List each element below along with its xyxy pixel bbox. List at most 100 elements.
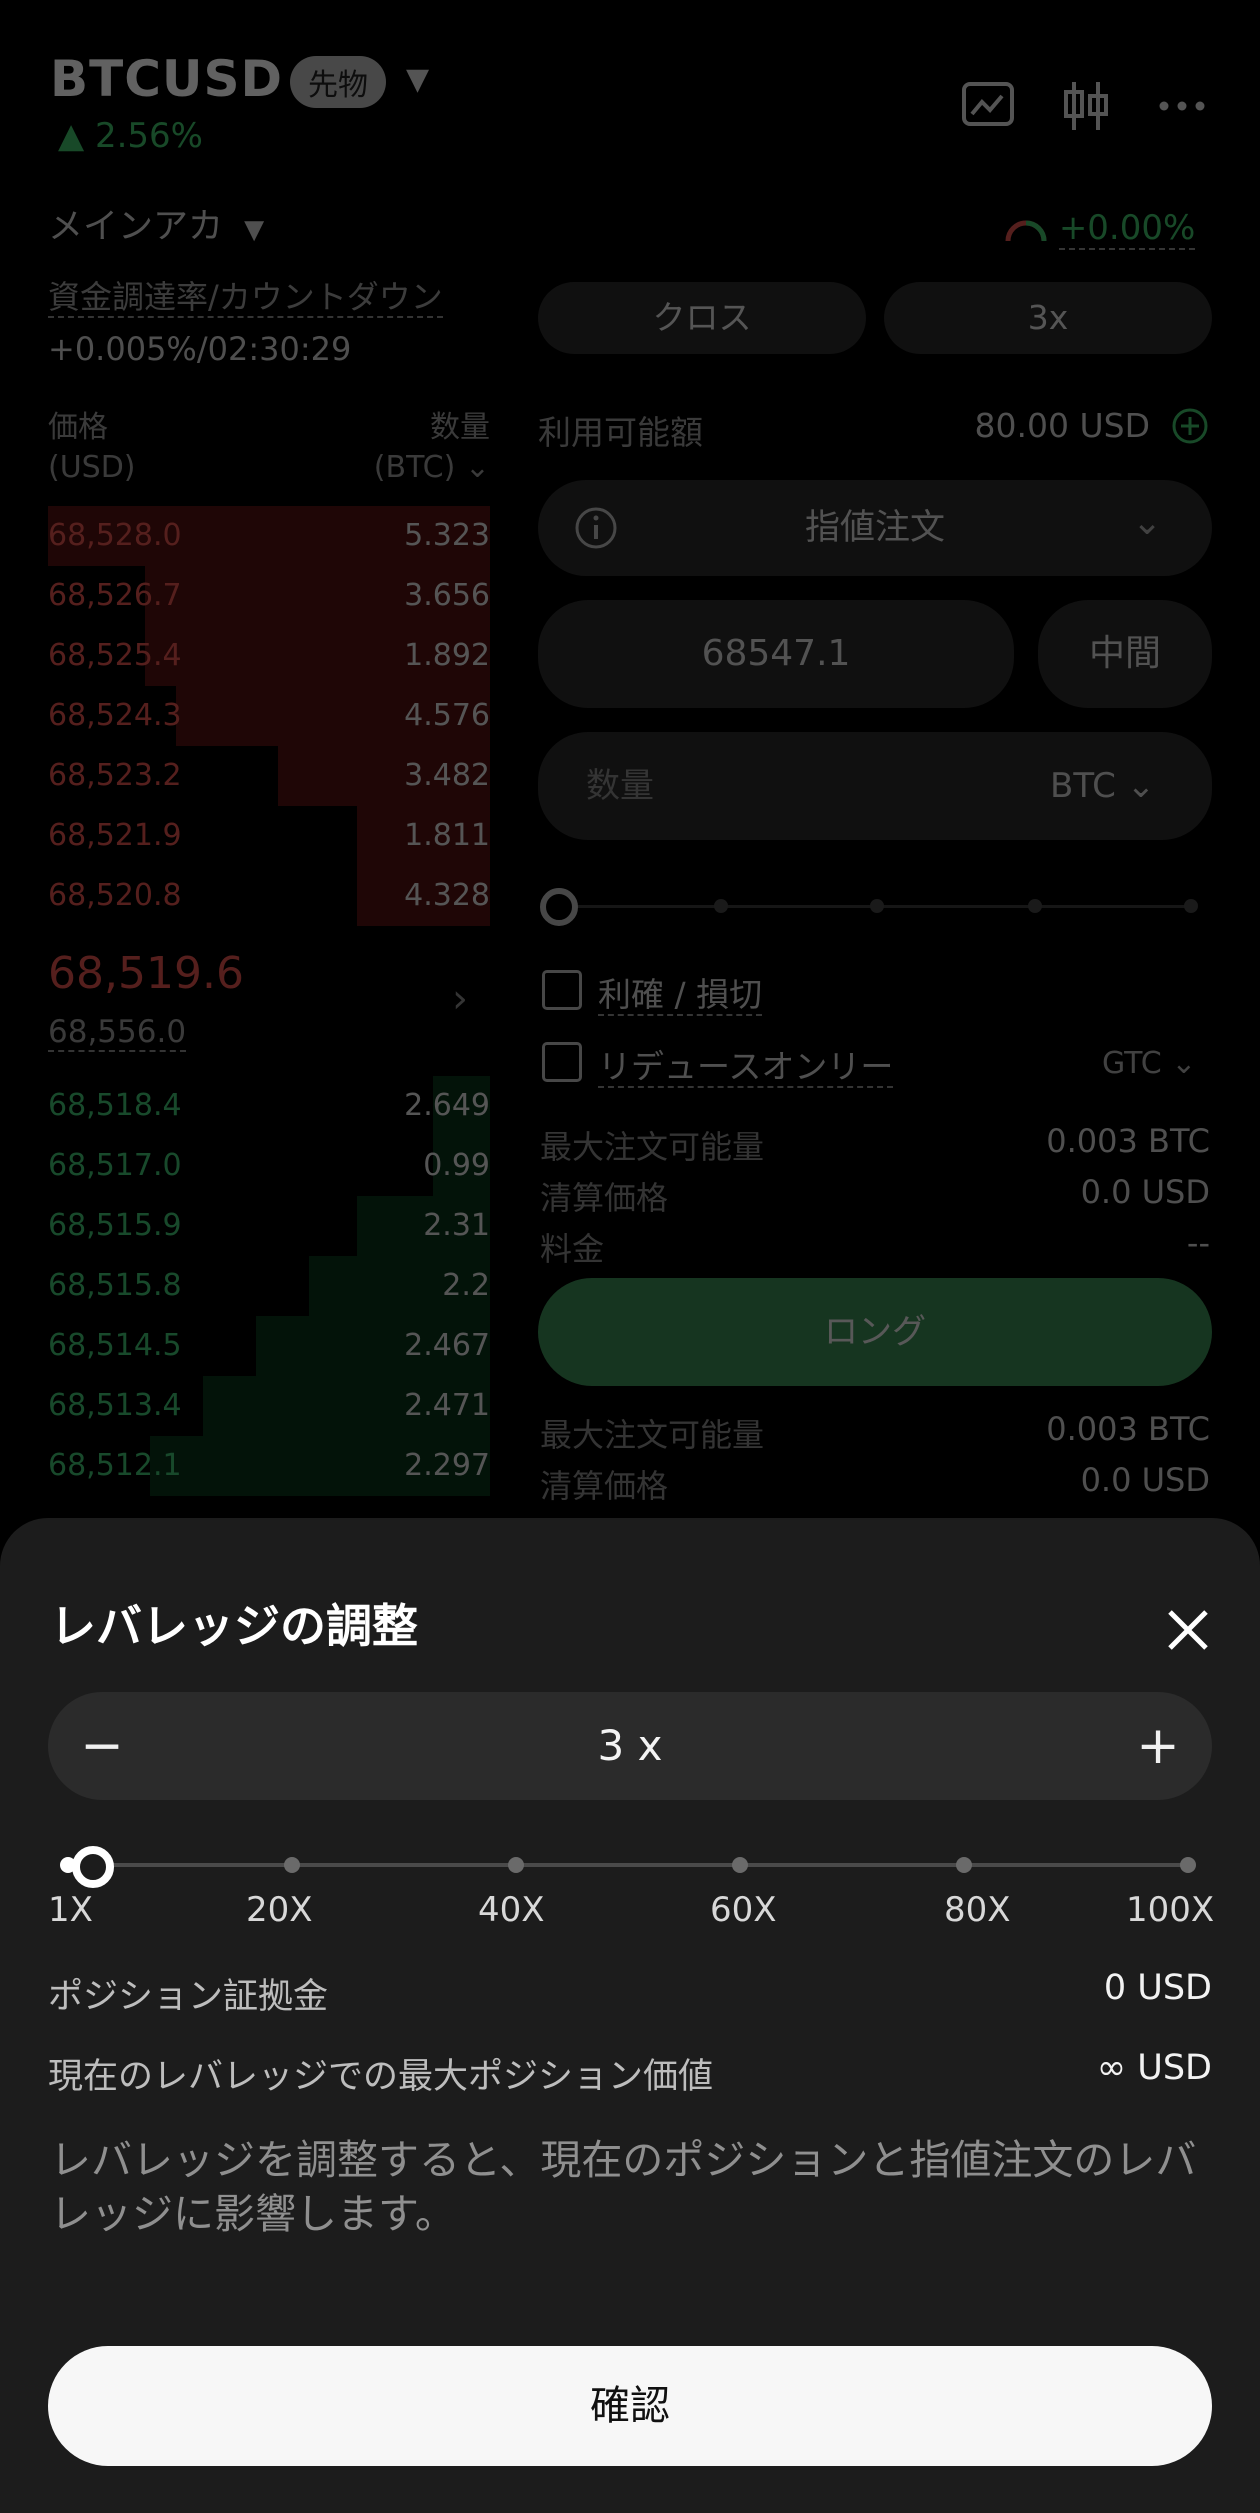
leverage-sheet: レバレッジの調整 3 x − + 1X 20X 40X 60X 80X 100X… <box>0 1518 1260 2513</box>
bid-price: 68,518.4 <box>48 1088 182 1123</box>
bid-row[interactable]: 68,514.5 2.467 <box>48 1316 490 1376</box>
qty-unit-text: (BTC) <box>373 450 456 485</box>
bid-row[interactable]: 68,515.9 2.31 <box>48 1196 490 1256</box>
bid-row[interactable]: 68,518.4 2.649 <box>48 1076 490 1136</box>
ask-row[interactable]: 68,521.9 1.811 <box>48 806 490 866</box>
leverage-slider-track[interactable] <box>68 1863 1192 1867</box>
bid-row[interactable]: 68,512.1 2.297 <box>48 1436 490 1496</box>
bid-row[interactable]: 68,513.4 2.471 <box>48 1376 490 1436</box>
ask-row[interactable]: 68,526.7 3.656 <box>48 566 490 626</box>
leverage-slider-thumb[interactable] <box>72 1846 114 1888</box>
futures-badge: 先物 <box>290 56 386 108</box>
gauge-value: +0.00% <box>1058 208 1196 250</box>
mid-price-button[interactable]: 中間 <box>1038 600 1212 708</box>
decrease-button[interactable]: − <box>48 1692 156 1800</box>
tick-label-20x[interactable]: 20X <box>246 1890 313 1930</box>
orderbook-price-header: 価格 (USD) <box>48 408 136 488</box>
symbol-dropdown-icon[interactable]: ▼ <box>406 62 429 97</box>
long-button[interactable]: ロング <box>538 1278 1212 1386</box>
bid-qty: 2.467 <box>404 1328 490 1363</box>
tif-select[interactable]: GTC ⌄ <box>1102 1046 1196 1081</box>
tick-label-80x[interactable]: 80X <box>944 1890 1011 1930</box>
bid-row[interactable]: 68,517.0 0.99 <box>48 1136 490 1196</box>
more-icon[interactable] <box>1152 76 1212 136</box>
bid-qty: 2.297 <box>404 1448 490 1483</box>
gauge-indicator[interactable]: +0.00% <box>1004 208 1196 250</box>
chevron-down-icon: ⌄ <box>464 450 490 485</box>
available-value: 80.00 USD <box>974 406 1150 445</box>
tpsl-label-text: 利確 / 損切 <box>598 975 763 1016</box>
bid-price: 68,515.9 <box>48 1208 182 1243</box>
add-funds-icon[interactable] <box>1170 406 1210 446</box>
candlestick-icon[interactable] <box>1056 76 1116 136</box>
mark-price[interactable]: 68,556.0 <box>48 1014 187 1052</box>
reduce-only-checkbox[interactable] <box>542 1042 582 1082</box>
info-label: 最大注文可能量 <box>540 1128 765 1166</box>
ask-row[interactable]: 68,524.3 4.576 <box>48 686 490 746</box>
tpsl-label[interactable]: 利確 / 損切 <box>598 968 763 1016</box>
available-label: 利用可能額 <box>538 413 703 452</box>
qty-slider-tick <box>1028 899 1042 913</box>
leverage-slider-tick <box>1180 1857 1196 1873</box>
info-label: 清算価格 <box>540 1467 669 1505</box>
info-value: -- <box>1186 1224 1210 1262</box>
reduce-only-label[interactable]: リデュースオンリー <box>598 1040 894 1088</box>
chevron-right-icon[interactable]: › <box>452 976 468 1022</box>
ask-row[interactable]: 68,528.0 5.323 <box>48 506 490 566</box>
info-label: 最大注文可能量 <box>540 1416 765 1454</box>
position-margin-label: ポジション証拠金 <box>48 1977 329 2017</box>
tick-label-60x[interactable]: 60X <box>710 1890 777 1930</box>
ask-row[interactable]: 68,525.4 1.892 <box>48 626 490 686</box>
price-unit-text: (USD) <box>48 450 136 485</box>
increase-button[interactable]: + <box>1104 1692 1212 1800</box>
confirm-button[interactable]: 確認 <box>48 2346 1212 2466</box>
bid-price: 68,517.0 <box>48 1148 182 1183</box>
tick-label-1x[interactable]: 1X <box>48 1890 93 1930</box>
bid-qty: 2.2 <box>442 1268 490 1303</box>
funding-rate-value: +0.005%/02:30:29 <box>48 330 352 368</box>
bid-qty: 2.31 <box>423 1208 490 1243</box>
ask-row[interactable]: 68,520.8 4.328 <box>48 866 490 926</box>
orderbook-qty-header[interactable]: 数量 (BTC) ⌄ <box>340 408 490 488</box>
margin-mode-button[interactable]: クロス <box>538 282 866 354</box>
mark-price-text: 68,556.0 <box>48 1014 187 1052</box>
info-value: 0.003 BTC <box>1046 1410 1210 1448</box>
chevron-down-icon: ⌄ <box>1132 502 1163 543</box>
order-type-select[interactable]: 指値注文 ⌄ <box>538 480 1212 576</box>
quantity-placeholder: 数量 <box>586 766 654 806</box>
symbol-title[interactable]: BTCUSD <box>50 50 283 108</box>
qty-slider-tick <box>1184 899 1198 913</box>
price-input[interactable]: 68547.1 <box>538 600 1014 708</box>
ask-qty: 4.328 <box>404 878 490 913</box>
ask-row[interactable]: 68,523.2 3.482 <box>48 746 490 806</box>
close-icon[interactable] <box>1160 1602 1216 1658</box>
quantity-input[interactable]: 数量 BTC ⌄ <box>538 732 1212 840</box>
bid-price: 68,512.1 <box>48 1448 182 1483</box>
info-row: 清算価格 0.0 USD <box>540 1461 1210 1511</box>
chevron-down-icon: ⌄ <box>1126 766 1156 806</box>
leverage-note: レバレッジを調整すると、現在のポジションと指値注文のレバレッジに影響します。 <box>50 2136 1197 2238</box>
ask-price: 68,526.7 <box>48 578 182 613</box>
max-position-value: ∞ USD <box>1096 2048 1212 2088</box>
price-header-text: 価格 <box>48 410 108 445</box>
bid-price: 68,513.4 <box>48 1388 182 1423</box>
chart-icon[interactable] <box>958 76 1018 136</box>
tick-label-40x[interactable]: 40X <box>478 1890 545 1930</box>
leverage-value[interactable]: 3 x <box>48 1692 1212 1800</box>
bid-qty: 2.649 <box>404 1088 490 1123</box>
quantity-unit[interactable]: BTC ⌄ <box>1050 732 1155 840</box>
funding-rate-label[interactable]: 資金調達率/カウントダウン <box>48 272 443 318</box>
qty-header-text: 数量 <box>430 410 490 445</box>
qty-slider-thumb[interactable] <box>540 888 578 926</box>
info-row: 清算価格 0.0 USD <box>540 1173 1210 1223</box>
tpsl-checkbox[interactable] <box>542 970 582 1010</box>
info-value: 0.0 USD <box>1080 1173 1210 1211</box>
leverage-button[interactable]: 3x <box>884 282 1212 354</box>
funding-rate-label-text: 資金調達率/カウントダウン <box>48 278 443 318</box>
tick-label-100x[interactable]: 100X <box>1126 1890 1214 1930</box>
ask-price: 68,523.2 <box>48 758 182 793</box>
ask-price: 68,520.8 <box>48 878 182 913</box>
account-label: メインアカ <box>48 207 224 247</box>
account-selector[interactable]: メインアカ ▼ <box>48 198 264 249</box>
bid-row[interactable]: 68,515.8 2.2 <box>48 1256 490 1316</box>
